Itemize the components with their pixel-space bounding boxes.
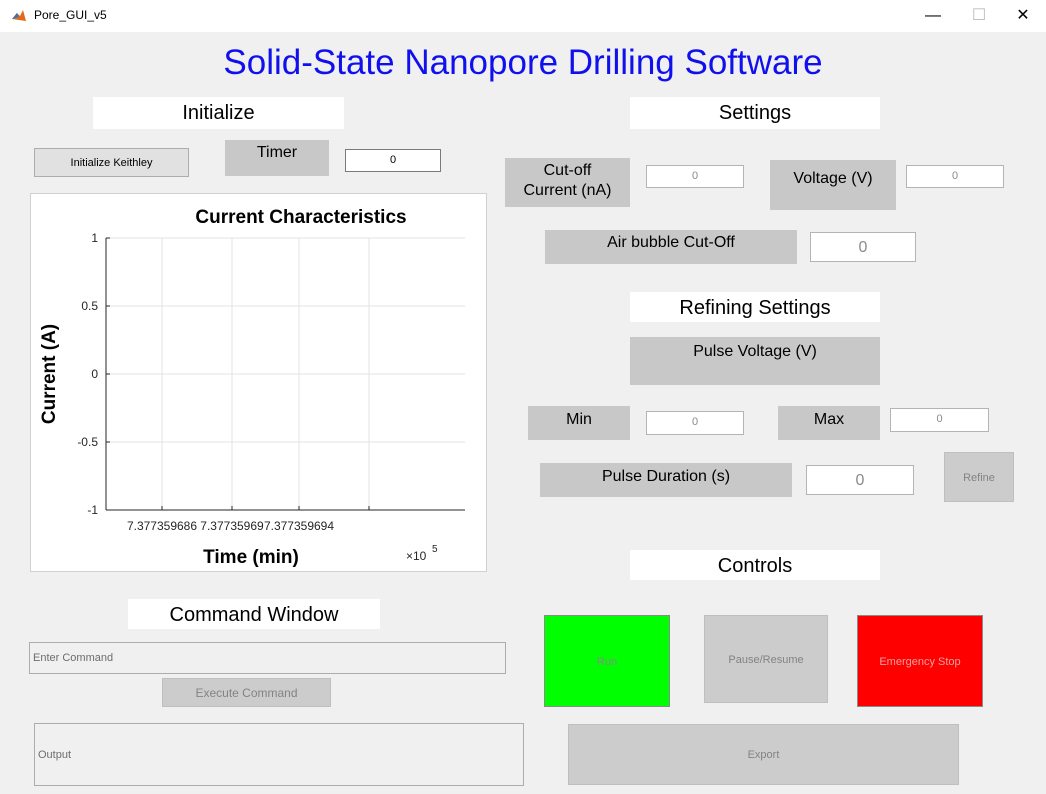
pause-resume-button[interactable]: Pause/Resume (704, 615, 828, 703)
y-tick-label: 0 (91, 367, 98, 381)
current-chart: Current Characteristics 1 0.5 0 -0.5 -1 7.37… (39, 207, 465, 568)
window-title: Pore_GUI_v5 (34, 8, 107, 22)
pulse-duration-field[interactable]: 0 (806, 465, 914, 495)
command-window-heading: Command Window (128, 599, 380, 629)
airbubble-label: Air bubble Cut-Off (545, 230, 797, 264)
y-tick-label: -0.5 (77, 435, 98, 449)
maximize-button[interactable]: ☐ (956, 0, 1002, 32)
chart-title: Current Characteristics (195, 207, 406, 228)
max-field[interactable]: 0 (890, 408, 989, 432)
refine-button[interactable]: Refine (944, 452, 1014, 502)
cutoff-label-line2: Current (nA) (523, 182, 612, 199)
current-chart-panel: Current Characteristics 1 0.5 0 -0.5 -1 7.37… (30, 193, 487, 572)
emergency-stop-button[interactable]: Emergency Stop (857, 615, 983, 707)
x-axis-label: Time (min) (203, 547, 299, 568)
voltage-label: Voltage (V) (770, 160, 896, 210)
y-tick-label: 1 (91, 231, 98, 245)
export-button[interactable]: Export (568, 724, 959, 785)
y-tick-labels: 1 0.5 0 -0.5 -1 (77, 231, 98, 517)
matlab-icon (12, 10, 26, 21)
timer-field[interactable]: 0 (345, 149, 441, 172)
chart-grid (106, 237, 465, 511)
initialize-heading: Initialize (93, 97, 344, 129)
output-box: Output (34, 723, 524, 786)
minimize-button[interactable]: — (910, 0, 956, 32)
refining-heading: Refining Settings (630, 292, 880, 322)
close-button[interactable]: ✕ (1000, 0, 1046, 32)
controls-heading: Controls (630, 550, 880, 580)
pulse-duration-label: Pulse Duration (s) (540, 463, 792, 497)
run-button[interactable]: Run (544, 615, 670, 707)
settings-heading: Settings (630, 97, 880, 129)
x-tick-label: 7.377359686 (127, 519, 197, 533)
y-tick-label: 0.5 (81, 299, 98, 313)
x-tick-label: 7.377359694 (264, 519, 334, 533)
min-label: Min (528, 406, 630, 440)
execute-command-button[interactable]: Execute Command (162, 678, 331, 707)
pulse-voltage-label: Pulse Voltage (V) (630, 337, 880, 385)
timer-label: Timer (225, 140, 329, 176)
command-input[interactable]: Enter Command (29, 642, 506, 674)
y-axis-label: Current (A) (39, 324, 60, 424)
max-label: Max (778, 406, 880, 440)
x-exponent-base: ×10 (406, 549, 427, 563)
voltage-field[interactable]: 0 (906, 165, 1004, 188)
x-exponent-power: 5 (432, 544, 438, 555)
initialize-keithley-button[interactable]: Initialize Keithley (34, 148, 189, 177)
min-field[interactable]: 0 (646, 411, 744, 435)
cutoff-current-field[interactable]: 0 (646, 165, 744, 188)
cutoff-current-label: Cut-off Current (nA) (505, 158, 630, 207)
airbubble-field[interactable]: 0 (810, 232, 916, 262)
x-tick-labels: 7.377359686 7.37735969 7.377359694 (127, 519, 334, 533)
x-tick-label: 7.37735969 (200, 519, 264, 533)
y-tick-label: -1 (87, 503, 98, 517)
app-title: Solid-State Nanopore Drilling Software (223, 43, 823, 82)
window-titlebar (0, 0, 1046, 32)
cutoff-label-line1: Cut-off (543, 162, 592, 179)
